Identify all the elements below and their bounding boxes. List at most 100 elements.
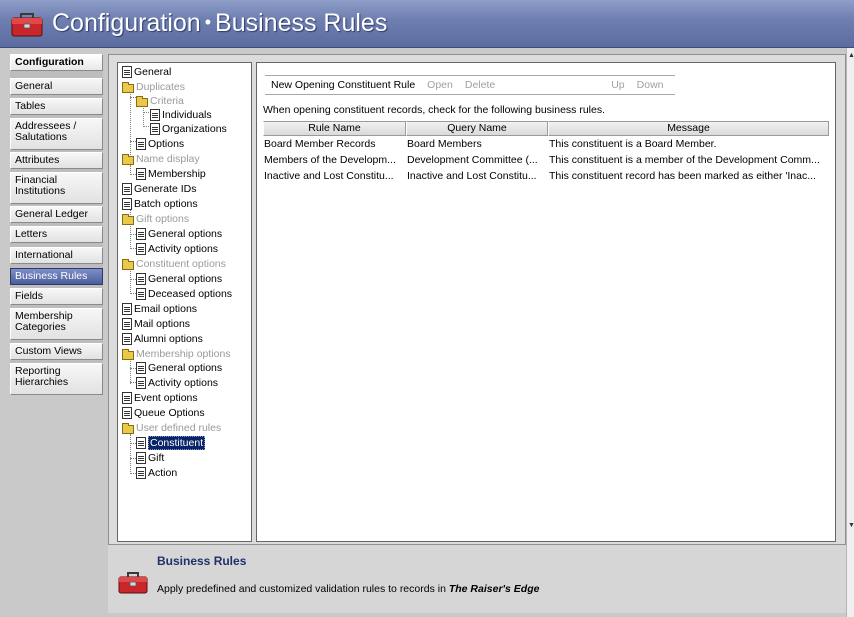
- tree-label: Mail options: [134, 318, 191, 330]
- nav-item-tables[interactable]: Tables: [10, 98, 103, 115]
- nav-item-international[interactable]: International: [10, 247, 103, 264]
- table-row[interactable]: Inactive and Lost Constitu... Inactive a…: [263, 168, 829, 184]
- down-button[interactable]: Down: [631, 79, 670, 91]
- tree-item-generate-ids[interactable]: Generate IDs: [122, 182, 196, 196]
- tree-label: Activity options: [148, 377, 219, 389]
- document-icon: [136, 362, 146, 374]
- folder-icon: [122, 258, 134, 270]
- open-button[interactable]: Open: [421, 79, 459, 91]
- tree-item-general[interactable]: General: [122, 65, 171, 79]
- tree-label: User defined rules: [136, 422, 222, 434]
- tree-label: General: [134, 66, 172, 78]
- nav-item-letters[interactable]: Letters: [10, 226, 103, 243]
- tree-item-membership-general-options[interactable]: General options: [136, 361, 222, 375]
- scroll-up-arrow-icon[interactable]: ▲: [848, 52, 854, 59]
- cell-query-name: Board Members: [407, 138, 482, 150]
- options-tree: General Duplicates Criteria Individuals …: [117, 62, 252, 542]
- cell-query-name: Development Committee (...: [407, 154, 538, 166]
- tree-item-options[interactable]: Options: [136, 137, 184, 151]
- tree-item-gift-general-options[interactable]: General options: [136, 227, 222, 241]
- folder-icon: [122, 153, 134, 165]
- nav-item-general-ledger[interactable]: General Ledger: [10, 206, 103, 223]
- new-rule-button[interactable]: New Opening Constituent Rule: [265, 79, 421, 91]
- rules-grid: Rule Name Query Name Message Board Membe…: [263, 121, 829, 184]
- tree-item-gift[interactable]: Gift: [136, 451, 164, 465]
- window-title-section: Configuration: [52, 9, 201, 37]
- tree-item-membership[interactable]: Membership: [136, 167, 206, 181]
- toolbox-icon: [118, 569, 148, 595]
- outer-scrollbar[interactable]: ▲ ▼: [846, 48, 854, 617]
- column-header-query-name[interactable]: Query Name: [406, 121, 548, 136]
- tree-label: Gift options: [136, 213, 190, 225]
- tree-label: Batch options: [134, 198, 198, 210]
- tree-label: Gift: [148, 452, 165, 464]
- up-button[interactable]: Up: [605, 79, 630, 91]
- scroll-down-arrow-icon[interactable]: ▼: [848, 522, 854, 529]
- tree-item-batch-options[interactable]: Batch options: [122, 197, 198, 211]
- document-icon: [122, 318, 132, 330]
- nav-item-custom-views[interactable]: Custom Views: [10, 343, 103, 360]
- tree-item-deceased-options[interactable]: Deceased options: [136, 287, 232, 301]
- tree-label: General options: [148, 228, 223, 240]
- tree-label: Duplicates: [136, 81, 186, 93]
- tree-item-name-display[interactable]: Name display: [122, 152, 200, 166]
- tree-label: Membership: [148, 168, 206, 180]
- nav-item-general[interactable]: General: [10, 78, 103, 95]
- tree-item-alumni-options[interactable]: Alumni options: [122, 332, 203, 346]
- column-header-message[interactable]: Message: [548, 121, 829, 136]
- nav-item-addressees-salutations[interactable]: Addressees / Salutations: [10, 118, 103, 150]
- tree-label: General options: [148, 273, 223, 285]
- nav-item-reporting-hierarchies[interactable]: Reporting Hierarchies: [10, 363, 103, 395]
- folder-icon: [136, 95, 148, 107]
- tree-item-duplicates[interactable]: Duplicates: [122, 80, 185, 94]
- description-text: Apply predefined and customized validati…: [157, 583, 539, 595]
- document-icon: [136, 168, 146, 180]
- document-icon: [136, 138, 146, 150]
- tree-item-constituent-general-options[interactable]: General options: [136, 272, 222, 286]
- description-prefix: Apply predefined and customized validati…: [157, 583, 449, 595]
- tree-item-individuals[interactable]: Individuals: [150, 108, 212, 122]
- nav-item-business-rules[interactable]: Business Rules: [10, 268, 103, 285]
- tree-item-action[interactable]: Action: [136, 466, 177, 480]
- tree-label: Criteria: [150, 95, 184, 107]
- nav-item-fields[interactable]: Fields: [10, 288, 103, 305]
- tree-label: Activity options: [148, 243, 219, 255]
- tree-item-gift-options[interactable]: Gift options: [122, 212, 189, 226]
- tree-item-constituent[interactable]: Constituent: [136, 436, 206, 450]
- tree-item-membership-activity-options[interactable]: Activity options: [136, 376, 218, 390]
- table-row[interactable]: Members of the Developm... Development C…: [263, 152, 829, 168]
- document-icon: [136, 437, 146, 449]
- tree-item-membership-options[interactable]: Membership options: [122, 347, 231, 361]
- nav-item-membership-categories[interactable]: Membership Categories: [10, 308, 103, 340]
- rules-panel: New Opening Constituent Rule Open Delete…: [256, 62, 836, 542]
- document-icon: [122, 66, 132, 78]
- document-icon: [122, 183, 132, 195]
- tree-item-organizations[interactable]: Organizations: [150, 122, 227, 136]
- config-nav: Configuration General Tables Addressees …: [10, 54, 103, 395]
- document-icon: [136, 452, 146, 464]
- title-separator: •: [204, 12, 212, 32]
- table-row[interactable]: Board Member Records Board Members This …: [263, 136, 829, 152]
- tree-item-criteria[interactable]: Criteria: [136, 94, 184, 108]
- tree-item-queue-options[interactable]: Queue Options: [122, 406, 205, 420]
- tree-label: Name display: [136, 153, 200, 165]
- document-icon: [122, 407, 132, 419]
- cell-query-name: Inactive and Lost Constitu...: [407, 170, 537, 182]
- nav-item-attributes[interactable]: Attributes: [10, 152, 103, 169]
- tree-item-email-options[interactable]: Email options: [122, 302, 197, 316]
- tree-item-user-defined-rules[interactable]: User defined rules: [122, 421, 221, 435]
- document-icon: [150, 109, 160, 121]
- tree-label: Options: [148, 138, 185, 150]
- nav-item-financial-institutions[interactable]: Financial Institutions: [10, 172, 103, 204]
- tree-label: Email options: [134, 303, 198, 315]
- nav-item-configuration[interactable]: Configuration: [10, 54, 103, 71]
- tree-label: Deceased options: [148, 288, 233, 300]
- tree-item-gift-activity-options[interactable]: Activity options: [136, 242, 218, 256]
- delete-button[interactable]: Delete: [459, 79, 501, 91]
- tree-item-mail-options[interactable]: Mail options: [122, 317, 190, 331]
- column-header-rule-name[interactable]: Rule Name: [263, 121, 406, 136]
- tree-item-constituent-options[interactable]: Constituent options: [122, 257, 226, 271]
- tree-item-event-options[interactable]: Event options: [122, 391, 198, 405]
- instructions-text: When opening constituent records, check …: [263, 104, 606, 116]
- cell-message: This constituent is a Board Member.: [549, 138, 717, 150]
